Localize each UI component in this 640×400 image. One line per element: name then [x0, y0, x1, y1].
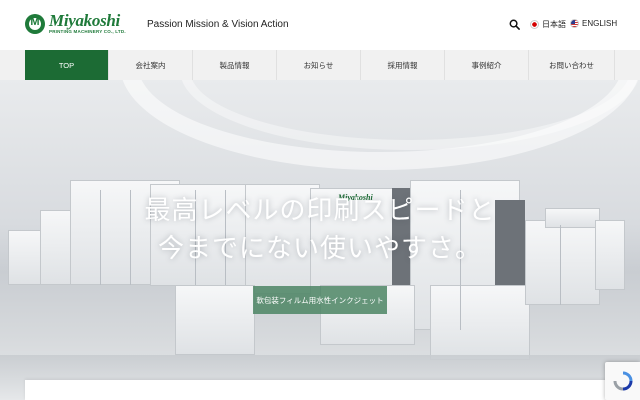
tagline: Passion Mission & Vision Action — [147, 19, 289, 30]
nav-item-news[interactable]: お知らせ — [277, 50, 361, 80]
language-english[interactable]: ENGLISH — [570, 19, 617, 28]
logo-mark-icon — [25, 14, 45, 34]
site-header: Miyakoshi PRINTING MACHINERY CO., LTD. P… — [0, 0, 640, 50]
hero-title-line: 今までにない使いやすさ。 — [157, 234, 482, 264]
language-japanese[interactable]: 日本語 — [530, 19, 566, 30]
hero-title-line: 最高レベルの印刷スピードと — [144, 196, 496, 226]
language-label: 日本語 — [542, 20, 566, 29]
jp-flag-icon — [530, 20, 539, 29]
hero-banner: Miyakoshi 最高レベルの印刷スピードと 今までにない使いやすさ。 軟包装… — [0, 80, 640, 400]
recaptcha-icon — [613, 371, 632, 391]
hero-title: 最高レベルの印刷スピードと 今までにない使いやすさ。 — [0, 192, 640, 268]
company-logo[interactable]: Miyakoshi PRINTING MACHINERY CO., LTD. — [25, 11, 126, 35]
nav-item-top[interactable]: TOP — [25, 50, 109, 80]
search-icon[interactable] — [509, 19, 520, 30]
content-card — [25, 380, 615, 400]
nav-item-recruit[interactable]: 採用情報 — [361, 50, 445, 80]
nav-item-cases[interactable]: 事例紹介 — [445, 50, 529, 80]
main-nav: TOP 会社案内 製品情報 お知らせ 採用情報 事例紹介 お問い合わせ — [0, 50, 640, 80]
nav-item-contact[interactable]: お問い合わせ — [529, 50, 615, 80]
nav-item-products[interactable]: 製品情報 — [193, 50, 277, 80]
us-flag-icon — [570, 19, 579, 28]
logo-wordmark: Miyakoshi — [49, 11, 120, 30]
recaptcha-badge[interactable] — [605, 362, 640, 400]
hero-cta-button[interactable]: 軟包装フィルム用水性インクジェット — [253, 286, 387, 314]
logo-subtitle: PRINTING MACHINERY CO., LTD. — [49, 29, 126, 34]
nav-item-company[interactable]: 会社案内 — [109, 50, 193, 80]
language-label: ENGLISH — [582, 19, 618, 28]
